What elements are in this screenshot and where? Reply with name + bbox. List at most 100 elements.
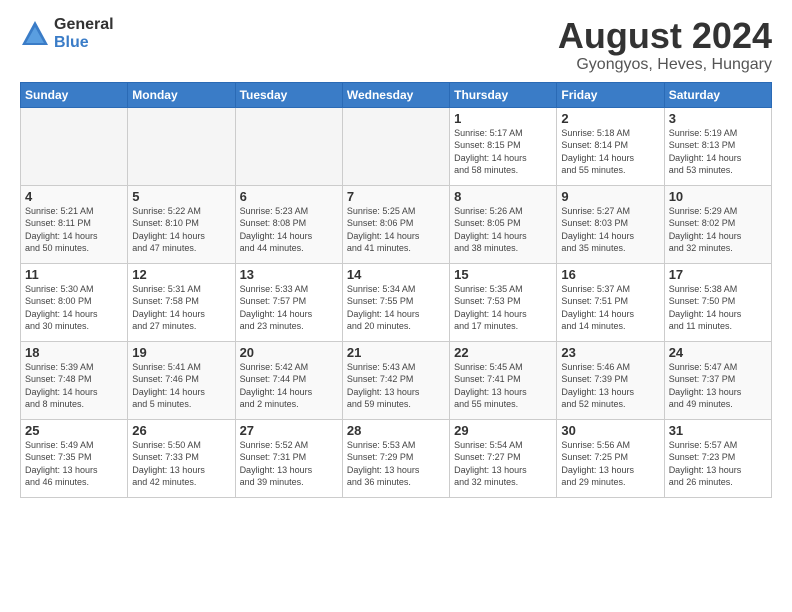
day-info: Sunrise: 5:30 AMSunset: 8:00 PMDaylight:… bbox=[25, 283, 123, 333]
day-cell-3-1: 19Sunrise: 5:41 AMSunset: 7:46 PMDayligh… bbox=[128, 341, 235, 419]
day-info: Sunrise: 5:49 AMSunset: 7:35 PMDaylight:… bbox=[25, 439, 123, 489]
day-cell-1-1: 5Sunrise: 5:22 AMSunset: 8:10 PMDaylight… bbox=[128, 185, 235, 263]
day-number: 19 bbox=[132, 345, 230, 360]
day-number: 7 bbox=[347, 189, 445, 204]
day-cell-0-1 bbox=[128, 107, 235, 185]
day-cell-2-1: 12Sunrise: 5:31 AMSunset: 7:58 PMDayligh… bbox=[128, 263, 235, 341]
day-number: 4 bbox=[25, 189, 123, 204]
col-monday: Monday bbox=[128, 82, 235, 107]
week-row-1: 4Sunrise: 5:21 AMSunset: 8:11 PMDaylight… bbox=[21, 185, 772, 263]
day-cell-0-6: 3Sunrise: 5:19 AMSunset: 8:13 PMDaylight… bbox=[664, 107, 771, 185]
day-info: Sunrise: 5:31 AMSunset: 7:58 PMDaylight:… bbox=[132, 283, 230, 333]
col-sunday: Sunday bbox=[21, 82, 128, 107]
day-number: 28 bbox=[347, 423, 445, 438]
day-cell-4-2: 27Sunrise: 5:52 AMSunset: 7:31 PMDayligh… bbox=[235, 419, 342, 497]
calendar: Sunday Monday Tuesday Wednesday Thursday… bbox=[20, 82, 772, 498]
day-cell-4-4: 29Sunrise: 5:54 AMSunset: 7:27 PMDayligh… bbox=[450, 419, 557, 497]
day-cell-3-2: 20Sunrise: 5:42 AMSunset: 7:44 PMDayligh… bbox=[235, 341, 342, 419]
day-info: Sunrise: 5:21 AMSunset: 8:11 PMDaylight:… bbox=[25, 205, 123, 255]
logo-text: General Blue bbox=[54, 16, 114, 51]
day-info: Sunrise: 5:18 AMSunset: 8:14 PMDaylight:… bbox=[561, 127, 659, 177]
day-info: Sunrise: 5:19 AMSunset: 8:13 PMDaylight:… bbox=[669, 127, 767, 177]
day-number: 11 bbox=[25, 267, 123, 282]
day-number: 16 bbox=[561, 267, 659, 282]
day-number: 6 bbox=[240, 189, 338, 204]
day-number: 23 bbox=[561, 345, 659, 360]
day-number: 31 bbox=[669, 423, 767, 438]
day-number: 1 bbox=[454, 111, 552, 126]
day-info: Sunrise: 5:43 AMSunset: 7:42 PMDaylight:… bbox=[347, 361, 445, 411]
day-info: Sunrise: 5:57 AMSunset: 7:23 PMDaylight:… bbox=[669, 439, 767, 489]
day-cell-1-3: 7Sunrise: 5:25 AMSunset: 8:06 PMDaylight… bbox=[342, 185, 449, 263]
day-number: 17 bbox=[669, 267, 767, 282]
day-cell-0-4: 1Sunrise: 5:17 AMSunset: 8:15 PMDaylight… bbox=[450, 107, 557, 185]
day-cell-1-5: 9Sunrise: 5:27 AMSunset: 8:03 PMDaylight… bbox=[557, 185, 664, 263]
day-number: 8 bbox=[454, 189, 552, 204]
day-info: Sunrise: 5:25 AMSunset: 8:06 PMDaylight:… bbox=[347, 205, 445, 255]
day-number: 25 bbox=[25, 423, 123, 438]
day-info: Sunrise: 5:35 AMSunset: 7:53 PMDaylight:… bbox=[454, 283, 552, 333]
col-wednesday: Wednesday bbox=[342, 82, 449, 107]
day-info: Sunrise: 5:33 AMSunset: 7:57 PMDaylight:… bbox=[240, 283, 338, 333]
day-cell-0-2 bbox=[235, 107, 342, 185]
day-info: Sunrise: 5:52 AMSunset: 7:31 PMDaylight:… bbox=[240, 439, 338, 489]
day-cell-4-5: 30Sunrise: 5:56 AMSunset: 7:25 PMDayligh… bbox=[557, 419, 664, 497]
col-friday: Friday bbox=[557, 82, 664, 107]
col-thursday: Thursday bbox=[450, 82, 557, 107]
day-cell-2-4: 15Sunrise: 5:35 AMSunset: 7:53 PMDayligh… bbox=[450, 263, 557, 341]
week-row-4: 25Sunrise: 5:49 AMSunset: 7:35 PMDayligh… bbox=[21, 419, 772, 497]
day-cell-2-6: 17Sunrise: 5:38 AMSunset: 7:50 PMDayligh… bbox=[664, 263, 771, 341]
day-info: Sunrise: 5:27 AMSunset: 8:03 PMDaylight:… bbox=[561, 205, 659, 255]
day-info: Sunrise: 5:29 AMSunset: 8:02 PMDaylight:… bbox=[669, 205, 767, 255]
day-info: Sunrise: 5:26 AMSunset: 8:05 PMDaylight:… bbox=[454, 205, 552, 255]
day-number: 22 bbox=[454, 345, 552, 360]
header: General Blue August 2024 Gyongyos, Heves… bbox=[20, 16, 772, 74]
day-cell-3-6: 24Sunrise: 5:47 AMSunset: 7:37 PMDayligh… bbox=[664, 341, 771, 419]
day-cell-4-0: 25Sunrise: 5:49 AMSunset: 7:35 PMDayligh… bbox=[21, 419, 128, 497]
day-cell-3-3: 21Sunrise: 5:43 AMSunset: 7:42 PMDayligh… bbox=[342, 341, 449, 419]
header-row: Sunday Monday Tuesday Wednesday Thursday… bbox=[21, 82, 772, 107]
day-cell-1-0: 4Sunrise: 5:21 AMSunset: 8:11 PMDaylight… bbox=[21, 185, 128, 263]
day-number: 10 bbox=[669, 189, 767, 204]
day-cell-1-4: 8Sunrise: 5:26 AMSunset: 8:05 PMDaylight… bbox=[450, 185, 557, 263]
day-number: 20 bbox=[240, 345, 338, 360]
day-info: Sunrise: 5:45 AMSunset: 7:41 PMDaylight:… bbox=[454, 361, 552, 411]
day-cell-1-2: 6Sunrise: 5:23 AMSunset: 8:08 PMDaylight… bbox=[235, 185, 342, 263]
logo-icon bbox=[20, 19, 50, 49]
day-number: 18 bbox=[25, 345, 123, 360]
col-saturday: Saturday bbox=[664, 82, 771, 107]
title-block: August 2024 Gyongyos, Heves, Hungary bbox=[558, 16, 772, 74]
page: General Blue August 2024 Gyongyos, Heves… bbox=[0, 0, 792, 612]
day-cell-2-5: 16Sunrise: 5:37 AMSunset: 7:51 PMDayligh… bbox=[557, 263, 664, 341]
week-row-2: 11Sunrise: 5:30 AMSunset: 8:00 PMDayligh… bbox=[21, 263, 772, 341]
calendar-header: Sunday Monday Tuesday Wednesday Thursday… bbox=[21, 82, 772, 107]
day-number: 29 bbox=[454, 423, 552, 438]
day-info: Sunrise: 5:56 AMSunset: 7:25 PMDaylight:… bbox=[561, 439, 659, 489]
day-number: 15 bbox=[454, 267, 552, 282]
day-number: 5 bbox=[132, 189, 230, 204]
day-cell-4-1: 26Sunrise: 5:50 AMSunset: 7:33 PMDayligh… bbox=[128, 419, 235, 497]
day-cell-1-6: 10Sunrise: 5:29 AMSunset: 8:02 PMDayligh… bbox=[664, 185, 771, 263]
day-info: Sunrise: 5:17 AMSunset: 8:15 PMDaylight:… bbox=[454, 127, 552, 177]
day-number: 26 bbox=[132, 423, 230, 438]
day-cell-4-6: 31Sunrise: 5:57 AMSunset: 7:23 PMDayligh… bbox=[664, 419, 771, 497]
day-cell-3-0: 18Sunrise: 5:39 AMSunset: 7:48 PMDayligh… bbox=[21, 341, 128, 419]
day-cell-2-3: 14Sunrise: 5:34 AMSunset: 7:55 PMDayligh… bbox=[342, 263, 449, 341]
day-info: Sunrise: 5:37 AMSunset: 7:51 PMDaylight:… bbox=[561, 283, 659, 333]
day-info: Sunrise: 5:41 AMSunset: 7:46 PMDaylight:… bbox=[132, 361, 230, 411]
day-info: Sunrise: 5:39 AMSunset: 7:48 PMDaylight:… bbox=[25, 361, 123, 411]
day-info: Sunrise: 5:53 AMSunset: 7:29 PMDaylight:… bbox=[347, 439, 445, 489]
day-cell-0-3 bbox=[342, 107, 449, 185]
logo-general: General bbox=[54, 16, 114, 34]
day-cell-3-5: 23Sunrise: 5:46 AMSunset: 7:39 PMDayligh… bbox=[557, 341, 664, 419]
day-info: Sunrise: 5:54 AMSunset: 7:27 PMDaylight:… bbox=[454, 439, 552, 489]
day-cell-4-3: 28Sunrise: 5:53 AMSunset: 7:29 PMDayligh… bbox=[342, 419, 449, 497]
day-number: 2 bbox=[561, 111, 659, 126]
logo: General Blue bbox=[20, 16, 114, 51]
subtitle: Gyongyos, Heves, Hungary bbox=[558, 56, 772, 74]
week-row-3: 18Sunrise: 5:39 AMSunset: 7:48 PMDayligh… bbox=[21, 341, 772, 419]
day-cell-0-0 bbox=[21, 107, 128, 185]
day-number: 12 bbox=[132, 267, 230, 282]
day-cell-0-5: 2Sunrise: 5:18 AMSunset: 8:14 PMDaylight… bbox=[557, 107, 664, 185]
main-title: August 2024 bbox=[558, 16, 772, 56]
